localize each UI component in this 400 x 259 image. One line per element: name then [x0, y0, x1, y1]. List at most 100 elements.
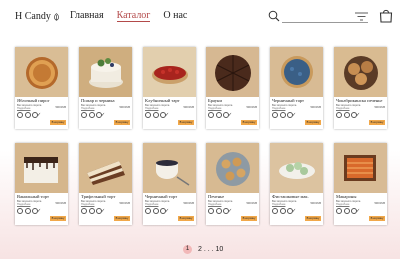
product-image-pear-blueberry[interactable]: [79, 47, 132, 97]
search-icon[interactable]: [268, 10, 280, 22]
diet-badge-icon: [152, 112, 159, 118]
diet-badges: [81, 208, 102, 214]
product-name: Макароны: [336, 194, 357, 199]
diet-badge-icon: [279, 208, 286, 214]
diet-badge-icon: [343, 112, 350, 118]
nav-catalog[interactable]: Каталог: [116, 10, 151, 22]
diet-badge-icon: [17, 112, 23, 118]
diet-badges: [17, 208, 38, 214]
product-price: 500 RUB: [55, 106, 66, 109]
product-card[interactable]: Яблочный пирог Вес вкусного пирога Подро…: [15, 47, 68, 129]
product-details-link[interactable]: Подробнее: [17, 203, 30, 206]
logo[interactable]: H Candy: [15, 11, 60, 22]
add-to-cart-button[interactable]: В корзину: [114, 216, 130, 221]
product-card[interactable]: Трифельный торт Вес вкусного пирога Подр…: [79, 143, 132, 225]
product-card[interactable]: Печенье Вес вкусного пирога Подробнее 50…: [206, 143, 259, 225]
product-details-link[interactable]: Подробнее: [81, 107, 94, 110]
diet-badge-icon: [81, 208, 87, 214]
diet-badge-icon: [208, 112, 214, 118]
logo-text: H Candy: [15, 11, 51, 22]
product-name: Брауни: [208, 98, 222, 103]
leaf-icon: [54, 12, 59, 21]
product-details-link[interactable]: Подробнее: [81, 203, 94, 206]
diet-badge-icon: [272, 112, 278, 118]
product-price: 500 RUB: [374, 202, 385, 205]
product-card[interactable]: Фисташковые мак. Вес вкусного пирога Под…: [270, 143, 323, 225]
product-details-link[interactable]: Подробнее: [145, 203, 158, 206]
product-card[interactable]: Клубничный тарт Вес вкусного пирога Подр…: [143, 47, 196, 129]
product-image-vanilla-cake[interactable]: [15, 143, 68, 193]
product-image-macarons[interactable]: [334, 143, 387, 193]
diet-badges: [208, 112, 229, 118]
diet-badges: [272, 112, 293, 118]
diet-badges: [81, 112, 102, 118]
product-price: 500 RUB: [310, 202, 321, 205]
product-card[interactable]: Черничный тарт Вес вкусного пирога Подро…: [270, 47, 323, 129]
product-details-link[interactable]: Подробнее: [208, 107, 221, 110]
product-name: Клубничный тарт: [145, 98, 180, 103]
product-price: 500 RUB: [246, 202, 257, 205]
product-image-truffle-cake[interactable]: [79, 143, 132, 193]
check-icon: ✓: [292, 209, 297, 214]
product-card[interactable]: Пожар и черника Вес вкусного пирога Подр…: [79, 47, 132, 129]
add-to-cart-button[interactable]: В корзину: [369, 216, 385, 221]
add-to-cart-button[interactable]: В корзину: [305, 120, 321, 125]
product-details-link[interactable]: Подробнее: [336, 107, 349, 110]
add-to-cart-button[interactable]: В корзину: [114, 120, 130, 125]
check-icon: ✓: [228, 209, 233, 214]
diet-badge-icon: [208, 208, 214, 214]
product-image-apple-pie[interactable]: [15, 47, 68, 97]
diet-badge-icon: [24, 112, 31, 118]
add-to-cart-button[interactable]: В корзину: [50, 120, 66, 125]
filter-icon[interactable]: [355, 12, 368, 21]
product-card[interactable]: Ванильный торт Вес вкусного пирога Подро…: [15, 143, 68, 225]
diet-badge-icon: [215, 112, 222, 118]
diet-badge-icon: [279, 112, 286, 118]
product-card[interactable]: Чокабрикинска печенье Вес вкусного пирог…: [334, 47, 387, 129]
add-to-cart-button[interactable]: В корзину: [305, 216, 321, 221]
product-name: Печенье: [208, 194, 225, 199]
add-to-cart-button[interactable]: В корзину: [178, 216, 194, 221]
diet-badge-icon: [336, 112, 342, 118]
check-icon: ✓: [356, 113, 361, 118]
product-card[interactable]: Черничный торт Вес вкусного пирога Подро…: [143, 143, 196, 225]
diet-badges: [145, 112, 166, 118]
product-image-blueberry-tart[interactable]: [270, 47, 323, 97]
page-current[interactable]: 1: [183, 245, 192, 254]
page-links[interactable]: 2 . . . 10: [198, 246, 223, 253]
product-price: 500 RUB: [374, 106, 385, 109]
nav-home[interactable]: Главная: [70, 10, 104, 22]
nav-about[interactable]: О нас: [163, 10, 187, 22]
add-to-cart-button[interactable]: В корзину: [178, 120, 194, 125]
diet-badge-icon: [272, 208, 278, 214]
product-details-link[interactable]: Подробнее: [272, 203, 285, 206]
add-to-cart-button[interactable]: В корзину: [50, 216, 66, 221]
product-card[interactable]: Макароны Вес вкусного пирога Подробнее 5…: [334, 143, 387, 225]
product-details-link[interactable]: Подробнее: [208, 203, 221, 206]
product-image-brownie[interactable]: [206, 47, 259, 97]
product-details-link[interactable]: Подробнее: [336, 203, 349, 206]
add-to-cart-button[interactable]: В корзину: [241, 216, 257, 221]
product-card[interactable]: Брауни Вес вкусного пирога Подробнее 500…: [206, 47, 259, 129]
product-image-strawberry-tart[interactable]: [143, 47, 196, 97]
diet-badges: [336, 112, 357, 118]
check-icon: ✓: [165, 209, 170, 214]
product-price: 500 RUB: [183, 106, 194, 109]
product-name: Чокабрикинска печенье: [336, 98, 383, 103]
product-image-cookies[interactable]: [206, 143, 259, 193]
product-name: Трифельный торт: [81, 194, 116, 199]
add-to-cart-button[interactable]: В корзину: [241, 120, 257, 125]
product-details-link[interactable]: Подробнее: [17, 107, 30, 110]
bag-icon[interactable]: [379, 8, 393, 23]
product-image-pistachio-macarons[interactable]: [270, 143, 323, 193]
diet-badge-icon: [88, 208, 95, 214]
diet-badges: [272, 208, 293, 214]
product-name: Ванильный торт: [17, 194, 50, 199]
product-image-chocolate-cookies[interactable]: [334, 47, 387, 97]
product-details-link[interactable]: Подробнее: [145, 107, 158, 110]
product-price: 500 RUB: [310, 106, 321, 109]
diet-badges: [17, 112, 38, 118]
product-details-link[interactable]: Подробнее: [272, 107, 285, 110]
product-image-blueberry-cake[interactable]: [143, 143, 196, 193]
add-to-cart-button[interactable]: В корзину: [369, 120, 385, 125]
